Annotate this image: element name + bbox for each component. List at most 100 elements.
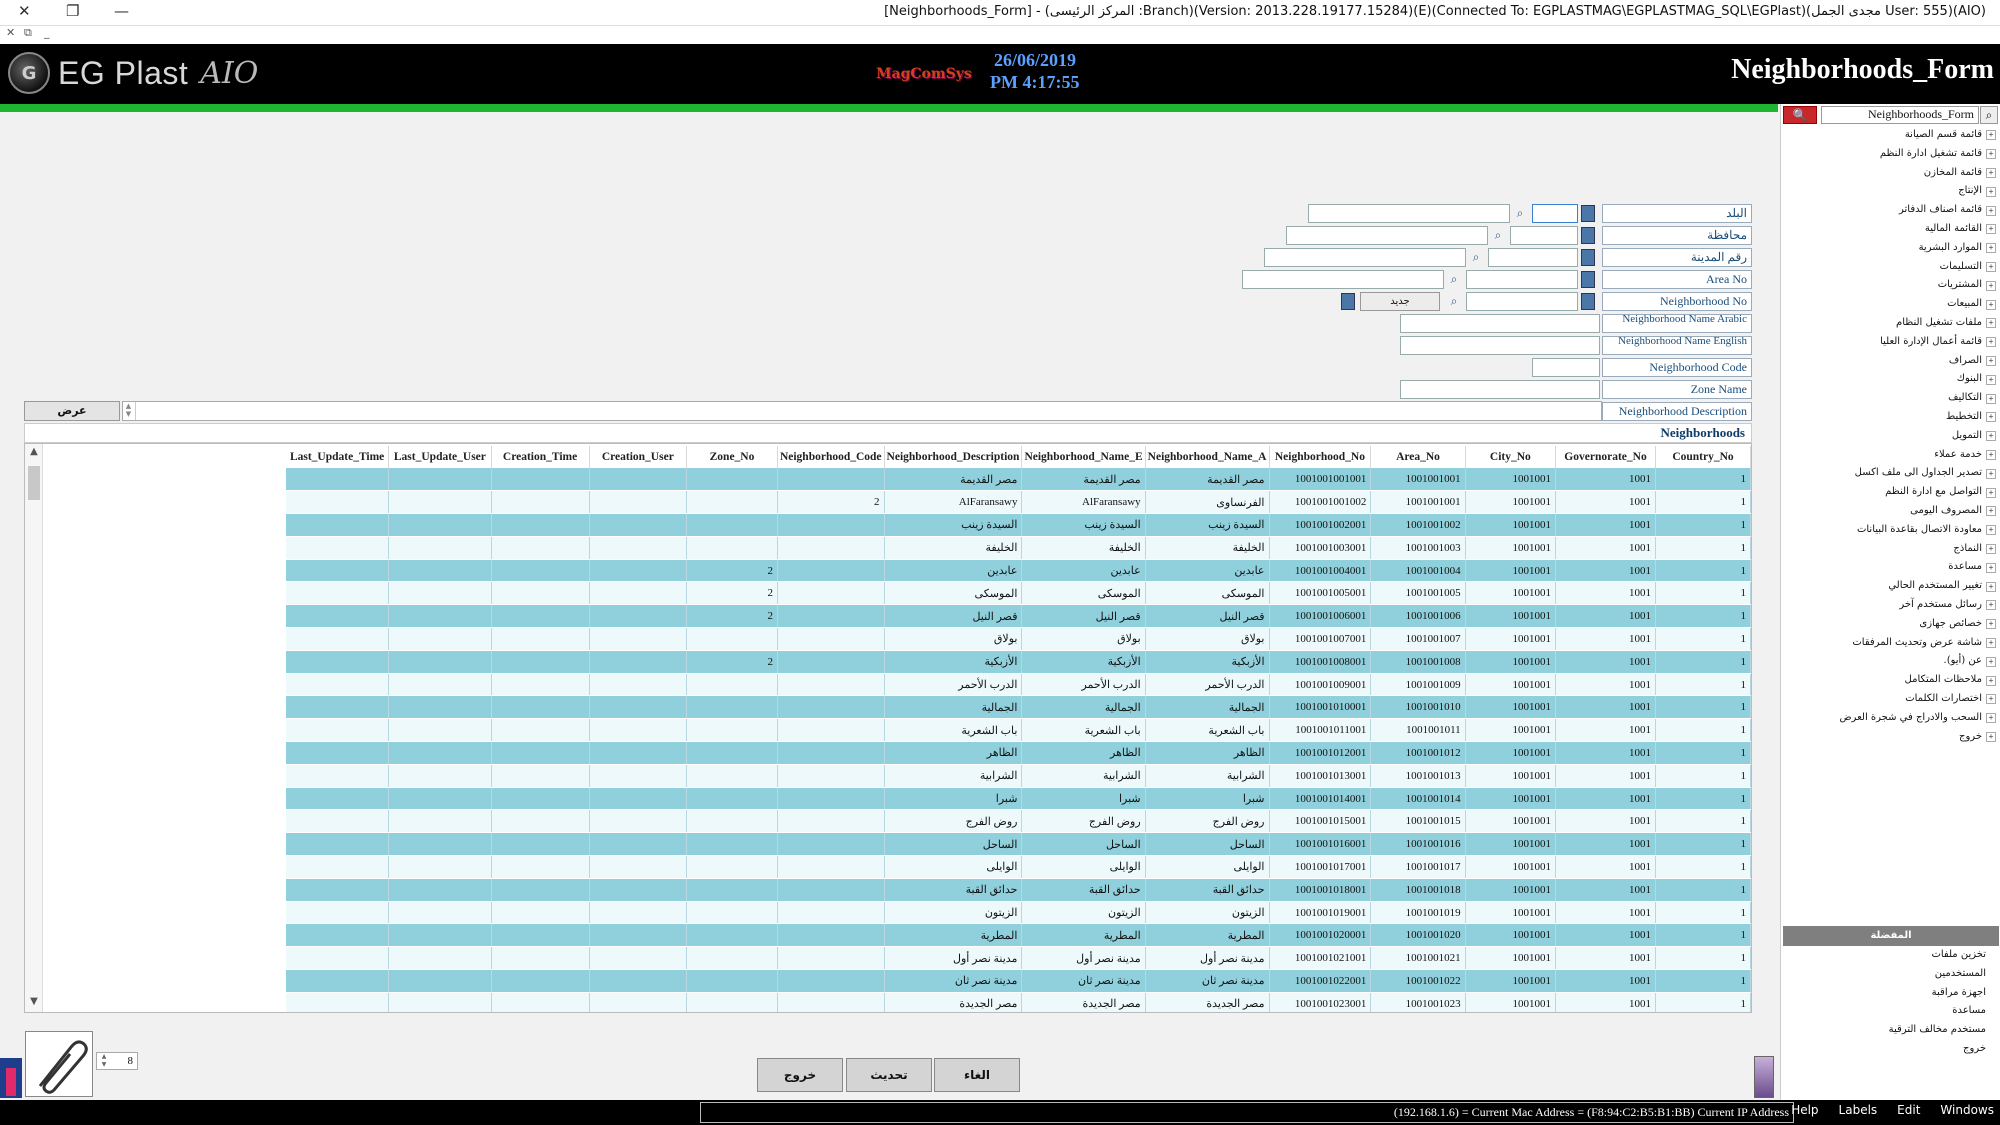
table-cell[interactable]: 1001001 [1465,468,1557,492]
table-cell[interactable]: الجمالية [884,695,1023,720]
table-cell[interactable]: الفرنساوى [1145,490,1270,515]
favorites-item[interactable]: مستخدم مخالف الترقية [1786,1021,1986,1040]
menu-tree-item[interactable]: + اختصارات الكلمات [1784,690,1996,709]
new-button[interactable]: جديد [1360,292,1440,311]
table-cell[interactable] [491,855,590,879]
table-cell[interactable] [491,673,590,697]
expand-icon[interactable]: + [1986,374,1996,385]
table-cell[interactable]: 1001001001 [1370,490,1466,515]
expand-icon[interactable]: + [1986,619,1996,630]
name-arabic-input[interactable] [1400,314,1600,333]
table-cell[interactable] [491,969,590,993]
table-cell[interactable]: 1001001002 [1370,513,1466,537]
table-cell[interactable] [491,764,590,788]
expand-icon[interactable]: + [1986,449,1996,460]
table-row[interactable]: الزيتون الزيتون الزيتون 1001001019001 100100… [286,901,1751,925]
city-picker-icon[interactable] [1581,249,1595,266]
table-cell[interactable]: 1001001013001 [1269,764,1372,788]
table-cell[interactable]: 1001001021001 [1269,946,1372,971]
table-cell[interactable] [686,490,778,515]
table-cell[interactable]: AlFaransawy [1021,490,1146,515]
table-cell[interactable]: 1001001 [1465,923,1557,948]
table-cell[interactable]: قصر النيل [884,604,1023,629]
table-cell[interactable] [388,536,492,560]
table-cell[interactable]: الظاهر [884,741,1023,765]
table-cell[interactable]: مدينة نصر أول [1021,946,1146,971]
column-header[interactable]: Country_No [1655,446,1751,468]
table-cell[interactable] [686,992,778,1012]
table-cell[interactable]: 1001 [1555,992,1656,1012]
table-cell[interactable]: 1 [1655,695,1751,720]
table-cell[interactable] [388,787,492,811]
table-cell[interactable] [388,878,492,902]
table-cell[interactable]: 1001 [1555,581,1656,606]
table-cell[interactable] [286,992,390,1012]
table-row[interactable]: مدينة نصر ثان مدينة نصر ثان مدينة نصر ثان 1… [286,969,1751,993]
neighborhood-code-input[interactable] [1532,358,1600,377]
table-cell[interactable] [777,559,885,583]
table-cell[interactable]: الخليفة [1145,536,1270,560]
table-cell[interactable]: 1001001001001 [1269,468,1372,492]
table-cell[interactable] [491,741,590,765]
table-cell[interactable] [589,901,688,925]
table-cell[interactable] [286,695,390,720]
table-cell[interactable]: 1001001 [1465,650,1557,674]
table-cell[interactable]: باب الشعرية [1145,718,1270,743]
table-cell[interactable]: 1001 [1555,513,1656,537]
favorites-item[interactable]: المستخدمين [1786,965,1986,984]
table-cell[interactable]: الساحل [1021,832,1146,857]
table-cell[interactable]: 1001001 [1465,992,1557,1012]
table-cell[interactable]: روض الفرج [1145,809,1270,834]
table-cell[interactable] [286,809,390,834]
table-cell[interactable] [388,832,492,857]
table-cell[interactable]: 1001001023001 [1269,992,1372,1012]
table-cell[interactable] [777,627,885,651]
table-cell[interactable]: 1001001012 [1370,741,1466,765]
table-cell[interactable] [777,878,885,902]
table-cell[interactable]: الدرب الأحمر [884,673,1023,697]
menu-tree-item[interactable]: + التكاليف [1784,389,1996,408]
table-cell[interactable]: 1001 [1555,923,1656,948]
table-cell[interactable]: 1001001 [1465,627,1557,651]
table-cell[interactable] [589,787,688,811]
table-row[interactable]: مدينة نصر أول مدينة نصر أول مدينة نصر أول 1… [286,946,1751,971]
search-icon[interactable]: ⌕ [1980,106,1998,124]
table-cell[interactable]: 1001001005001 [1269,581,1372,606]
side-tab[interactable] [0,1058,22,1098]
table-cell[interactable] [491,946,590,971]
favorites-item[interactable]: اجهزة مراقبة [1786,984,1986,1003]
table-cell[interactable]: الموسكى [884,581,1023,606]
table-cell[interactable]: الخليفة [884,536,1023,560]
table-cell[interactable]: الدرب الأحمر [1021,673,1146,697]
column-header[interactable]: Last_Update_User [388,446,492,468]
table-cell[interactable]: مصر الجديدة [1145,992,1270,1012]
table-cell[interactable]: عابدين [1021,559,1146,583]
table-cell[interactable]: 1001001 [1465,490,1557,515]
expand-icon[interactable]: + [1986,656,1996,667]
table-cell[interactable] [686,741,778,765]
table-cell[interactable] [589,604,688,629]
table-cell[interactable]: 1001 [1555,468,1656,492]
menu-tree-item[interactable]: + ملفات تشغيل النظام [1784,314,1996,333]
table-cell[interactable]: 1001 [1555,718,1656,743]
table-cell[interactable]: الخليفة [1021,536,1146,560]
table-cell[interactable]: 1 [1655,650,1751,674]
table-cell[interactable] [388,468,492,492]
table-cell[interactable] [286,513,390,537]
expand-icon[interactable]: + [1986,713,1996,724]
column-header[interactable]: Neighborhood_Name_E [1021,446,1146,468]
table-cell[interactable] [777,764,885,788]
table-cell[interactable] [286,901,390,925]
table-cell[interactable] [491,604,590,629]
table-cell[interactable]: 1001 [1555,695,1656,720]
table-cell[interactable] [388,490,492,515]
table-cell[interactable]: 1001001010001 [1269,695,1372,720]
table-cell[interactable] [777,946,885,971]
column-header[interactable]: Area_No [1370,446,1466,468]
table-row[interactable]: 2 الأزبكية الأزبكية الأزبكية 1001001008001 10… [286,650,1751,674]
table-cell[interactable]: 1001001 [1465,787,1557,811]
table-row[interactable]: روض الفرج روض الفرج روض الفرج 1001001015001… [286,809,1751,834]
table-row[interactable]: حدائق القبة حدائق القبة حدائق القبة 1001001… [286,878,1751,902]
table-cell[interactable]: 1001001010 [1370,695,1466,720]
table-row[interactable]: المطرية المطرية المطرية 1001001020001 100100… [286,923,1751,948]
